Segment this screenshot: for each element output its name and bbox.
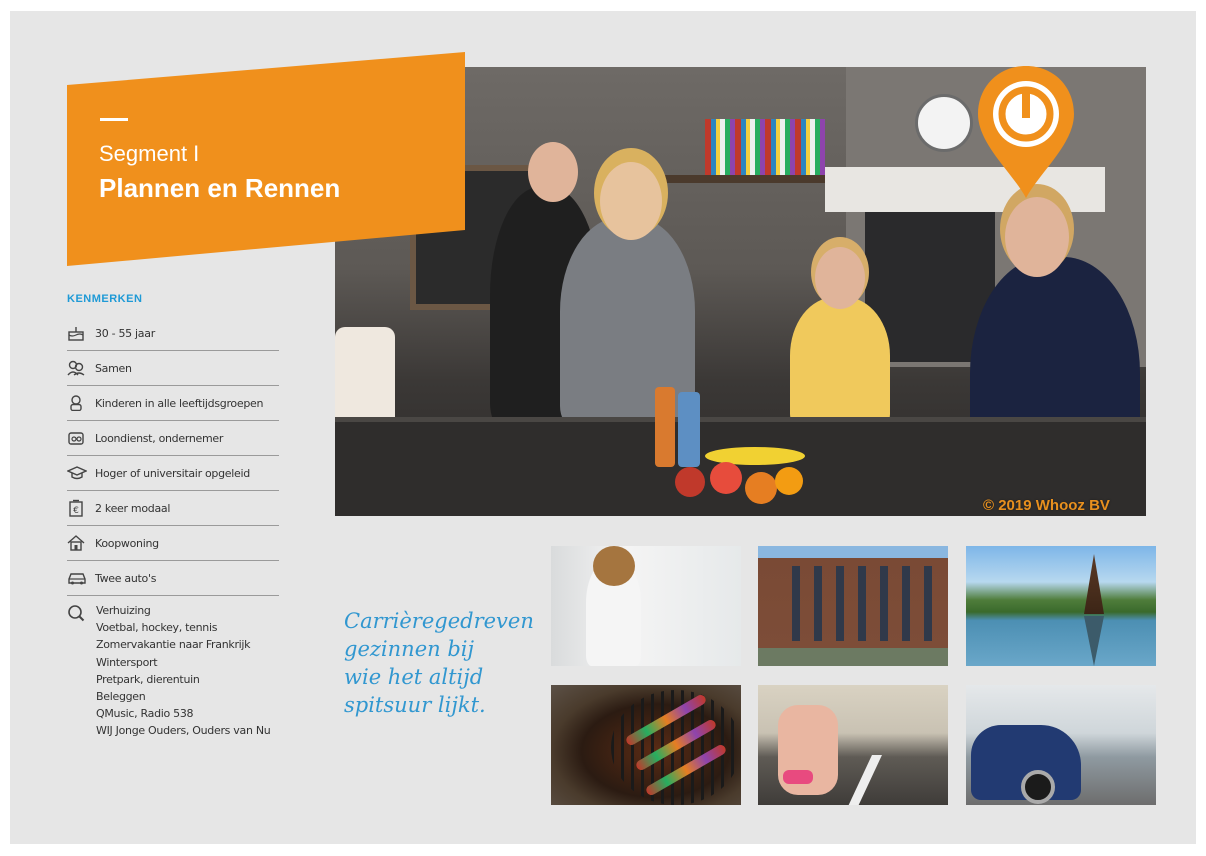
list-item: € 2 keer modaal	[67, 491, 279, 526]
interest-item: Pretpark, dierentuin	[96, 672, 200, 686]
money-bag-icon: €	[67, 499, 95, 517]
list-item: Loondienst, ondernemer	[67, 421, 279, 456]
interest-item: WIJ Jonge Ouders, Ouders van Nu	[96, 724, 271, 738]
interest-item: Verhuizing	[96, 604, 151, 617]
interest-item: QMusic, Radio 538	[96, 707, 194, 721]
interest-item: Wintersport	[96, 655, 158, 669]
kenmerken-list: 30 - 55 jaar Samen Kinderen in alle leef…	[67, 316, 279, 596]
thumb-running-photo	[758, 685, 948, 805]
list-item: 30 - 55 jaar	[67, 316, 279, 351]
list-item: Kinderen in alle leeftijdsgroepen	[67, 386, 279, 421]
power-pin-icon	[978, 66, 1074, 198]
banner-dash	[100, 118, 128, 121]
svg-text:€: €	[73, 506, 79, 516]
segment-name: Plannen en Rennen	[99, 173, 341, 203]
thumb-barbecue-photo	[551, 685, 741, 805]
slogan-line: spitsuur lijkt.	[344, 693, 486, 717]
wall-clock	[915, 94, 973, 152]
list-item: Samen	[67, 351, 279, 386]
bookshelf	[705, 119, 825, 175]
couple-icon	[67, 359, 95, 377]
graduation-cap-icon	[67, 464, 95, 482]
slogan-line: Carrièregedreven	[344, 609, 534, 633]
thumb-house-photo	[758, 546, 948, 666]
stand-mixer	[335, 327, 395, 427]
interest-item: Beleggen	[96, 690, 146, 704]
child-icon	[67, 394, 95, 412]
slogan-line: gezinnen bij	[344, 637, 474, 661]
slogan-line: wie het altijd	[344, 665, 484, 689]
list-item: Twee auto's	[67, 561, 279, 596]
copyright-text: © 2019 Whooz BV	[983, 497, 1110, 514]
car-icon	[67, 569, 95, 587]
list-item: Hoger of universitair opgeleid	[67, 456, 279, 491]
thumb-car-photo	[966, 685, 1156, 805]
magnifier-icon	[67, 604, 85, 627]
interest-item: Voetbal, hockey, tennis	[96, 621, 218, 635]
house-icon	[67, 534, 95, 552]
thumb-temple-photo	[966, 546, 1156, 666]
segment-label: Segment I	[99, 141, 200, 166]
slogan: Carrièregedreven gezinnen bij wie het al…	[344, 607, 534, 719]
cake-icon	[67, 324, 95, 342]
list-item: Koopwoning	[67, 526, 279, 561]
interest-item: Zomervakantie naar Frankrijk	[96, 638, 251, 652]
thumb-schoolgirl-photo	[551, 546, 741, 666]
kenmerken-title: KENMERKEN	[67, 293, 143, 305]
wallet-icon	[67, 429, 95, 447]
